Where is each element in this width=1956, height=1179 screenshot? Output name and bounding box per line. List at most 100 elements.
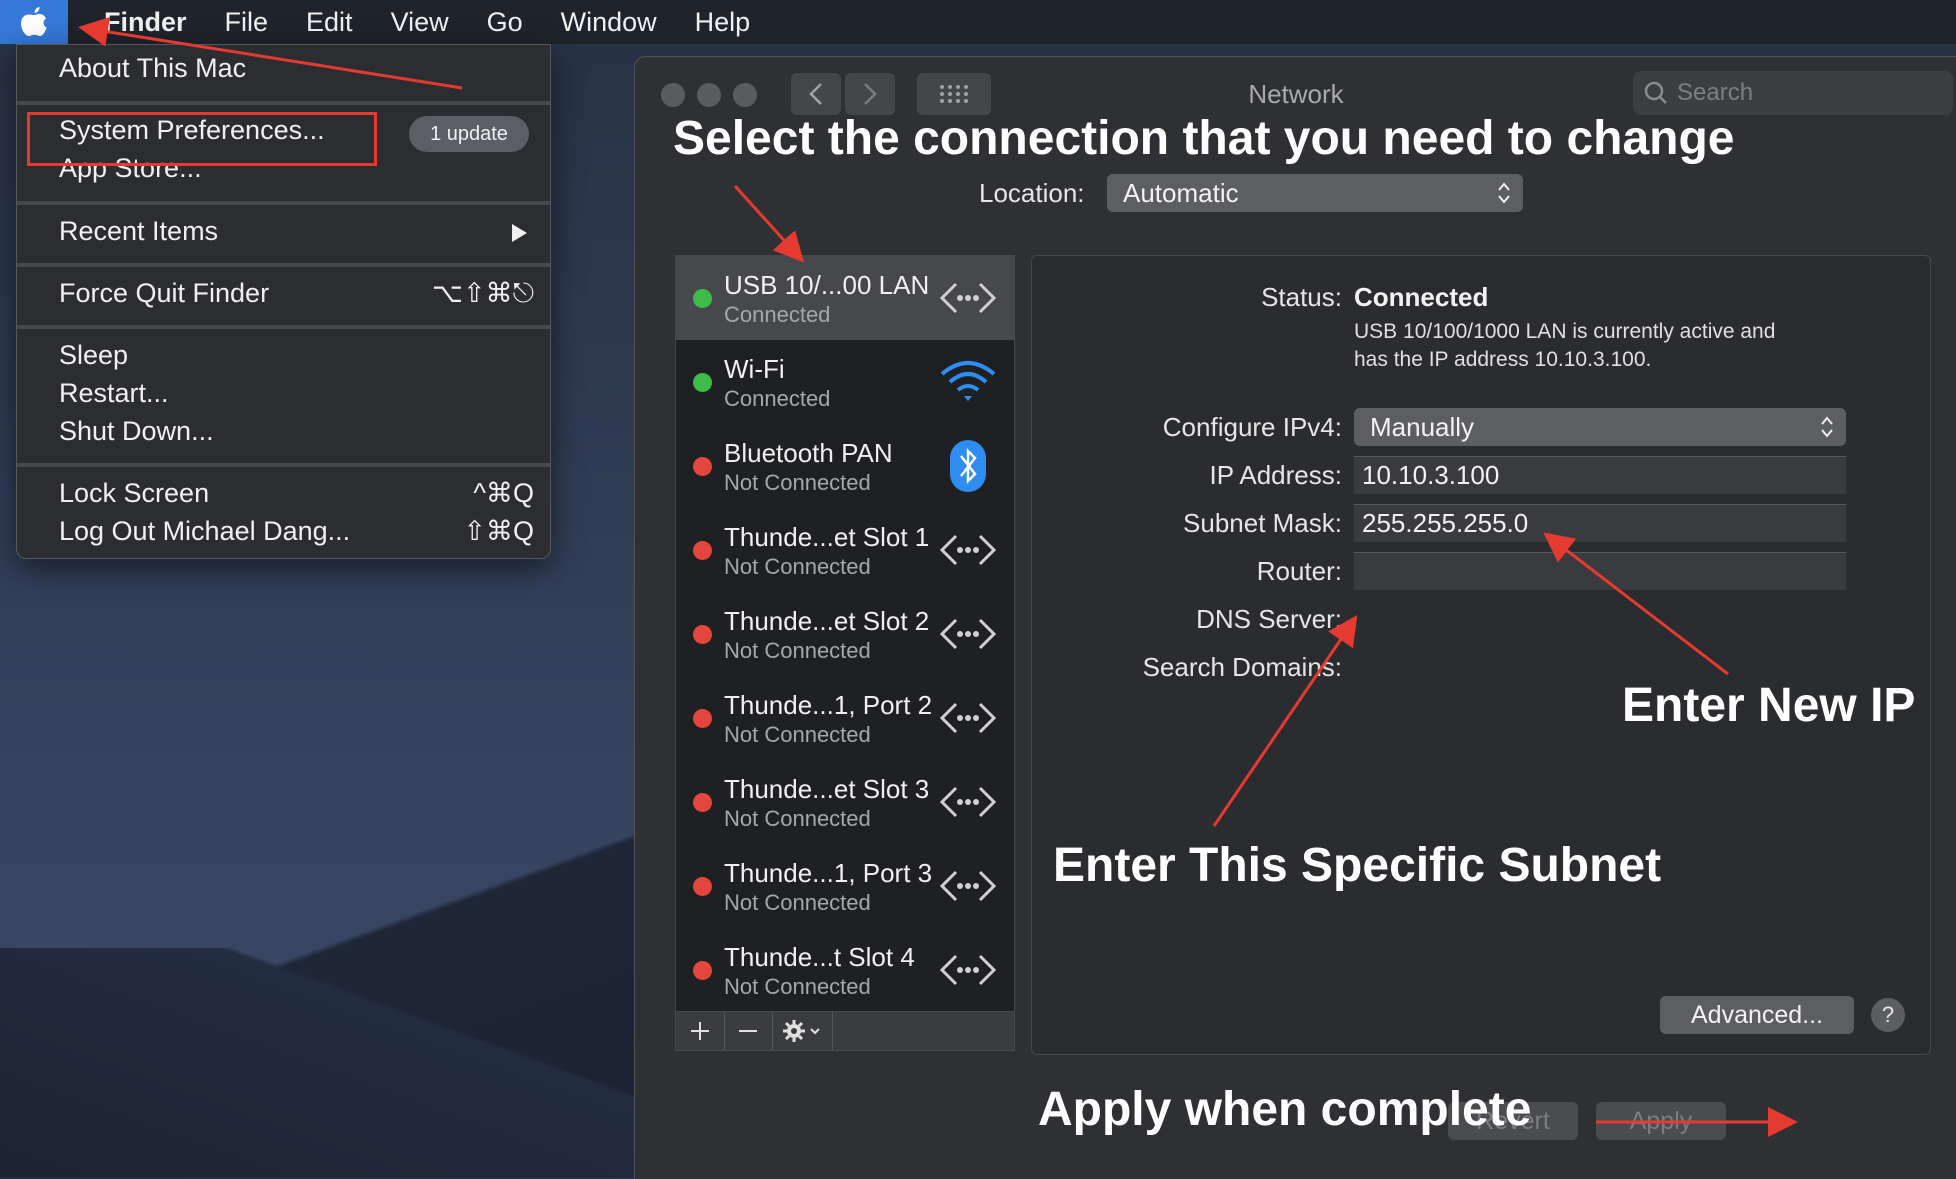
dns-server-label: DNS Server: (1196, 604, 1342, 634)
menu-item-sleep[interactable]: Sleep (59, 340, 128, 371)
status-label: Status: (1261, 282, 1342, 312)
chevron-updown-icon (1821, 416, 1833, 438)
service-row[interactable]: Thunde...et Slot 3 Not Connected (676, 760, 1014, 844)
remove-service-button[interactable] (724, 1012, 773, 1050)
location-popup[interactable]: Automatic (1107, 174, 1523, 212)
service-name: Wi-Fi (724, 354, 785, 384)
menu-go[interactable]: Go (487, 7, 523, 38)
ethernet-icon (939, 954, 997, 986)
apple-menu-button[interactable] (0, 0, 68, 44)
router-label: Router: (1256, 556, 1342, 586)
help-button[interactable]: ? (1871, 998, 1905, 1032)
service-row[interactable]: USB 10/...00 LAN Connected (676, 256, 1014, 340)
service-name: Thunde...1, Port 2 (724, 690, 933, 720)
menu-window[interactable]: Window (561, 7, 657, 38)
status-indicator (693, 289, 712, 308)
service-actions-button[interactable] (772, 1012, 833, 1050)
status-indicator (693, 373, 712, 392)
service-row[interactable]: Wi-Fi Connected (676, 340, 1014, 424)
menu-item-restart[interactable]: Restart... (59, 378, 169, 409)
location-label: Location: (979, 178, 1085, 208)
service-name: Bluetooth PAN (724, 438, 893, 468)
menu-view[interactable]: View (391, 7, 449, 38)
search-icon (1644, 81, 1667, 104)
menu-finder[interactable]: Finder (104, 7, 187, 38)
service-row[interactable]: Thunde...et Slot 1 Not Connected (676, 508, 1014, 592)
configure-ipv4-popup[interactable]: Manually (1354, 408, 1846, 446)
ethernet-icon (939, 618, 997, 650)
minus-icon (739, 1030, 757, 1032)
service-row[interactable]: Thunde...et Slot 2 Not Connected (676, 592, 1014, 676)
menu-help[interactable]: Help (695, 7, 751, 38)
router-field[interactable] (1354, 552, 1846, 590)
menu-item-shut-down[interactable]: Shut Down... (59, 416, 214, 447)
service-row[interactable]: Thunde...t Slot 4 Not Connected (676, 928, 1014, 1012)
service-status: Connected (724, 302, 831, 327)
detail-pane: Status: Connected USB 10/100/1000 LAN is… (1031, 255, 1931, 1055)
menu-item-force-quit[interactable]: Force Quit Finder (59, 278, 269, 309)
service-list-toolbar (675, 1011, 1015, 1051)
add-service-button[interactable] (676, 1012, 725, 1050)
service-status: Not Connected (724, 974, 871, 999)
update-badge: 1 update (409, 116, 529, 152)
configure-ipv4-value: Manually (1370, 411, 1475, 442)
menu-item-about-this-mac[interactable]: About This Mac (59, 53, 246, 84)
status-indicator (693, 793, 712, 812)
apple-menu-dropdown: About This Mac System Preferences... 1 u… (16, 44, 551, 559)
lock-screen-shortcut: ^⌘Q (473, 478, 534, 508)
ip-address-field[interactable]: 10.10.3.100 (1354, 456, 1846, 494)
ip-address-label: IP Address: (1209, 460, 1343, 490)
service-status: Not Connected (724, 806, 871, 831)
status-indicator (693, 877, 712, 896)
subnet-mask-value: 255.255.255.0 (1362, 508, 1529, 538)
advanced-button[interactable]: Advanced... (1660, 996, 1854, 1034)
menu-item-lock-screen[interactable]: Lock Screen (59, 478, 209, 509)
menu-edit[interactable]: Edit (306, 7, 353, 38)
location-value: Automatic (1123, 177, 1239, 208)
status-indicator (693, 961, 712, 980)
annotation-enter-subnet: Enter This Specific Subnet (1053, 839, 1662, 892)
ethernet-icon (939, 282, 997, 314)
status-indicator (693, 541, 712, 560)
force-quit-shortcut: ⌥⇧⌘⎋ (431, 278, 534, 308)
ip-address-value: 10.10.3.100 (1362, 460, 1500, 490)
annotation-apply-when-complete: Apply when complete (1038, 1083, 1532, 1136)
status-indicator (693, 709, 712, 728)
ethernet-icon (939, 870, 997, 902)
network-window: Network Search Select the connection tha… (634, 56, 1956, 1179)
status-description: USB 10/100/1000 LAN is currently active … (1354, 318, 1775, 374)
menu-file[interactable]: File (225, 7, 269, 38)
menu-separator (17, 263, 550, 267)
service-status: Not Connected (724, 890, 871, 915)
log-out-shortcut: ⇧⌘Q (463, 516, 534, 546)
search-domains-label: Search Domains: (1142, 652, 1342, 682)
chevron-updown-icon (1498, 182, 1510, 204)
instruction-heading: Select the connection that you need to c… (673, 112, 1735, 165)
apple-icon (21, 7, 47, 36)
wifi-icon (940, 361, 996, 401)
annotation-enter-new-ip: Enter New IP (1622, 679, 1916, 732)
status-description-line1: USB 10/100/1000 LAN is currently active … (1354, 320, 1776, 343)
apply-button[interactable]: Apply (1596, 1102, 1726, 1140)
menu-separator (17, 101, 550, 105)
service-name: USB 10/...00 LAN (724, 270, 930, 300)
subnet-mask-field[interactable]: 255.255.255.0 (1354, 504, 1846, 542)
service-name: Thunde...1, Port 3 (724, 858, 933, 888)
menu-item-recent-items[interactable]: Recent Items (59, 216, 218, 247)
service-row[interactable]: Bluetooth PAN Not Connected (676, 424, 1014, 508)
search-field[interactable]: Search (1633, 71, 1953, 115)
status-indicator (693, 625, 712, 644)
service-row[interactable]: Thunde...1, Port 3 Not Connected (676, 844, 1014, 928)
menu-item-log-out[interactable]: Log Out Michael Dang... (59, 516, 350, 547)
service-row[interactable]: Thunde...1, Port 2 Not Connected (676, 676, 1014, 760)
bluetooth-icon (950, 440, 986, 492)
search-placeholder: Search (1677, 79, 1754, 106)
highlight-box (27, 112, 377, 166)
service-status: Not Connected (724, 722, 871, 747)
desktop-mountain-foreground (0, 948, 700, 1178)
service-status: Connected (724, 386, 831, 411)
submenu-arrow-icon (512, 224, 527, 242)
service-name: Thunde...t Slot 4 (724, 942, 915, 972)
ethernet-icon (939, 534, 997, 566)
status-description-line2: has the IP address 10.10.3.100. (1354, 348, 1652, 371)
